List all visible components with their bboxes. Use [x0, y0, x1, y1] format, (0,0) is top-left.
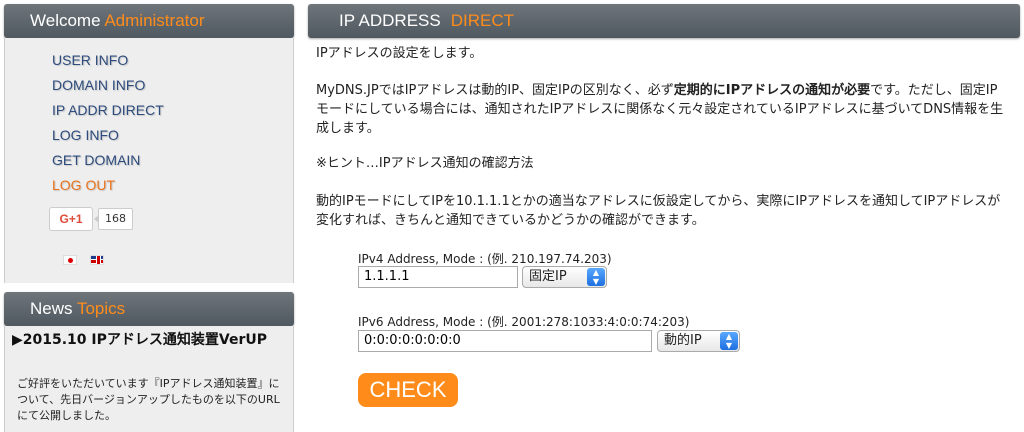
news-header-accent: Topics	[76, 299, 126, 318]
welcome-header: Welcome Administrator	[4, 4, 294, 38]
japan-flag-icon[interactable]	[63, 255, 77, 265]
hint-text: 動的IPモードにしてIPを10.1.1.1とかの適当なアドレスに仮設定してから、…	[316, 194, 1001, 228]
page-title: IP ADDRESS	[339, 11, 441, 30]
intro-text: IPアドレスの設定をします。	[316, 46, 483, 61]
gplus-button[interactable]: G+1	[49, 207, 93, 231]
ipv6-mode-select[interactable]: 動的IP ▲ ▼	[657, 330, 740, 352]
main-content: IP ADDRESS DIRECT IPアドレスの設定をします。 MyDNS.JP…	[308, 0, 1020, 432]
ipv4-input[interactable]: 1.1.1.1	[358, 266, 518, 288]
uk-flag-icon[interactable]	[90, 255, 104, 265]
news-item-title[interactable]: ▶2015.10 IPアドレス通知装置VerUP	[12, 330, 287, 350]
ipv6-input[interactable]: 0:0:0:0:0:0:0:0	[358, 330, 652, 352]
ipv4-mode-value: 固定IP	[529, 269, 567, 284]
news-header: News Topics	[4, 292, 294, 326]
news-item-body: ご好評をいただいています『IPアドレス通知装置』について、先日バージョンアップし…	[17, 377, 280, 422]
sidebar-item-ip-addr-direct[interactable]: IP ADDR DIRECT	[52, 98, 164, 123]
sidebar-item-get-domain[interactable]: GET DOMAIN	[52, 148, 164, 173]
welcome-text: Welcome	[30, 11, 101, 30]
check-button[interactable]: CHECK	[358, 373, 458, 407]
ipv4-label: IPv4 Address, Mode : (例. 210.197.74.203)	[358, 252, 612, 266]
gplus-count: 168	[94, 208, 133, 230]
sidebar-item-log-info[interactable]: LOG INFO	[52, 123, 164, 148]
sidebar-item-user-info[interactable]: USER INFO	[52, 48, 164, 73]
page-header: IP ADDRESS DIRECT	[308, 4, 1020, 38]
ipv6-label: IPv6 Address, Mode : (例. 2001:278:1033:4…	[358, 315, 690, 329]
notice-text-bold: 定期的にIPアドレスの通知が必要	[673, 83, 871, 98]
notice-text-before: MyDNS.JPではIPアドレスは動的IP、固定IPの区別なく、必ず	[316, 83, 674, 98]
welcome-user: Administrator	[104, 11, 205, 30]
sidebar-item-domain-info[interactable]: DOMAIN INFO	[52, 73, 164, 98]
select-arrows-icon: ▲ ▼	[587, 268, 605, 286]
ipv4-mode-select[interactable]: 固定IP ▲ ▼	[522, 266, 607, 288]
ipv6-mode-value: 動的IP	[664, 333, 702, 348]
page-title-accent: DIRECT	[450, 11, 515, 30]
sidebar-item-log-out[interactable]: LOG OUT	[52, 173, 164, 198]
hint-heading: ※ヒント…IPアドレス通知の確認方法	[316, 156, 534, 171]
select-arrows-icon: ▲ ▼	[720, 332, 738, 350]
news-header-text: News	[30, 299, 73, 318]
notice-text: MyDNS.JPではIPアドレスは動的IP、固定IPの区別なく、必ず定期的にIP…	[316, 81, 1006, 138]
sidebar: Welcome Administrator USER INFO DOMAIN I…	[0, 0, 298, 432]
gplus-widget: G+1 168	[49, 207, 133, 231]
sidebar-menu: USER INFO DOMAIN INFO IP ADDR DIRECT LOG…	[52, 48, 164, 198]
